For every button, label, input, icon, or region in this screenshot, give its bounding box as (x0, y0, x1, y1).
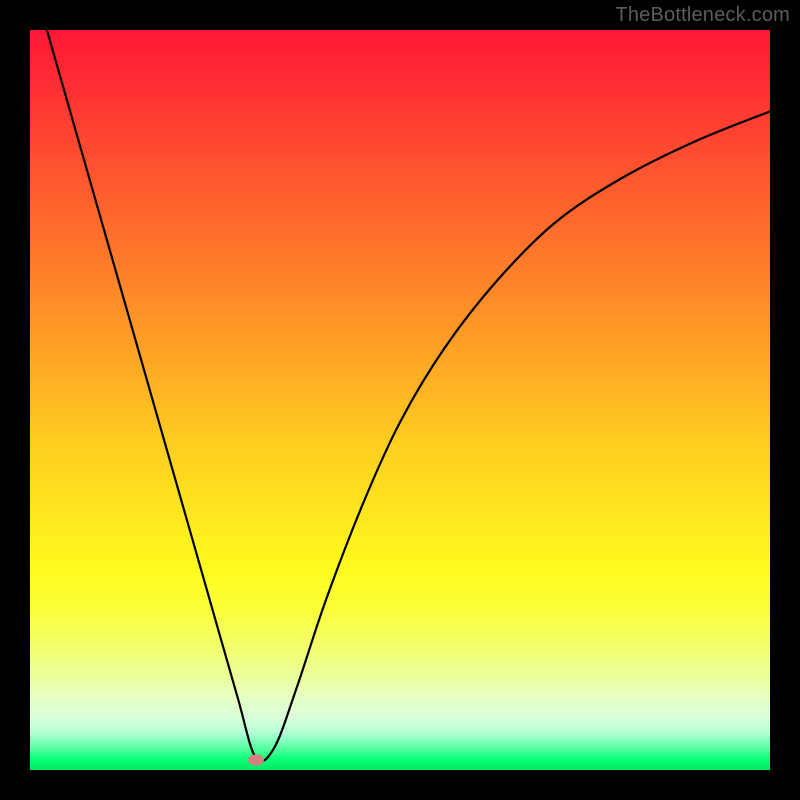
watermark-label: TheBottleneck.com (615, 4, 790, 27)
bottleneck-curve (30, 30, 770, 770)
chart-frame: TheBottleneck.com (0, 0, 800, 800)
plot-area (30, 30, 770, 770)
min-point-marker (248, 755, 264, 766)
